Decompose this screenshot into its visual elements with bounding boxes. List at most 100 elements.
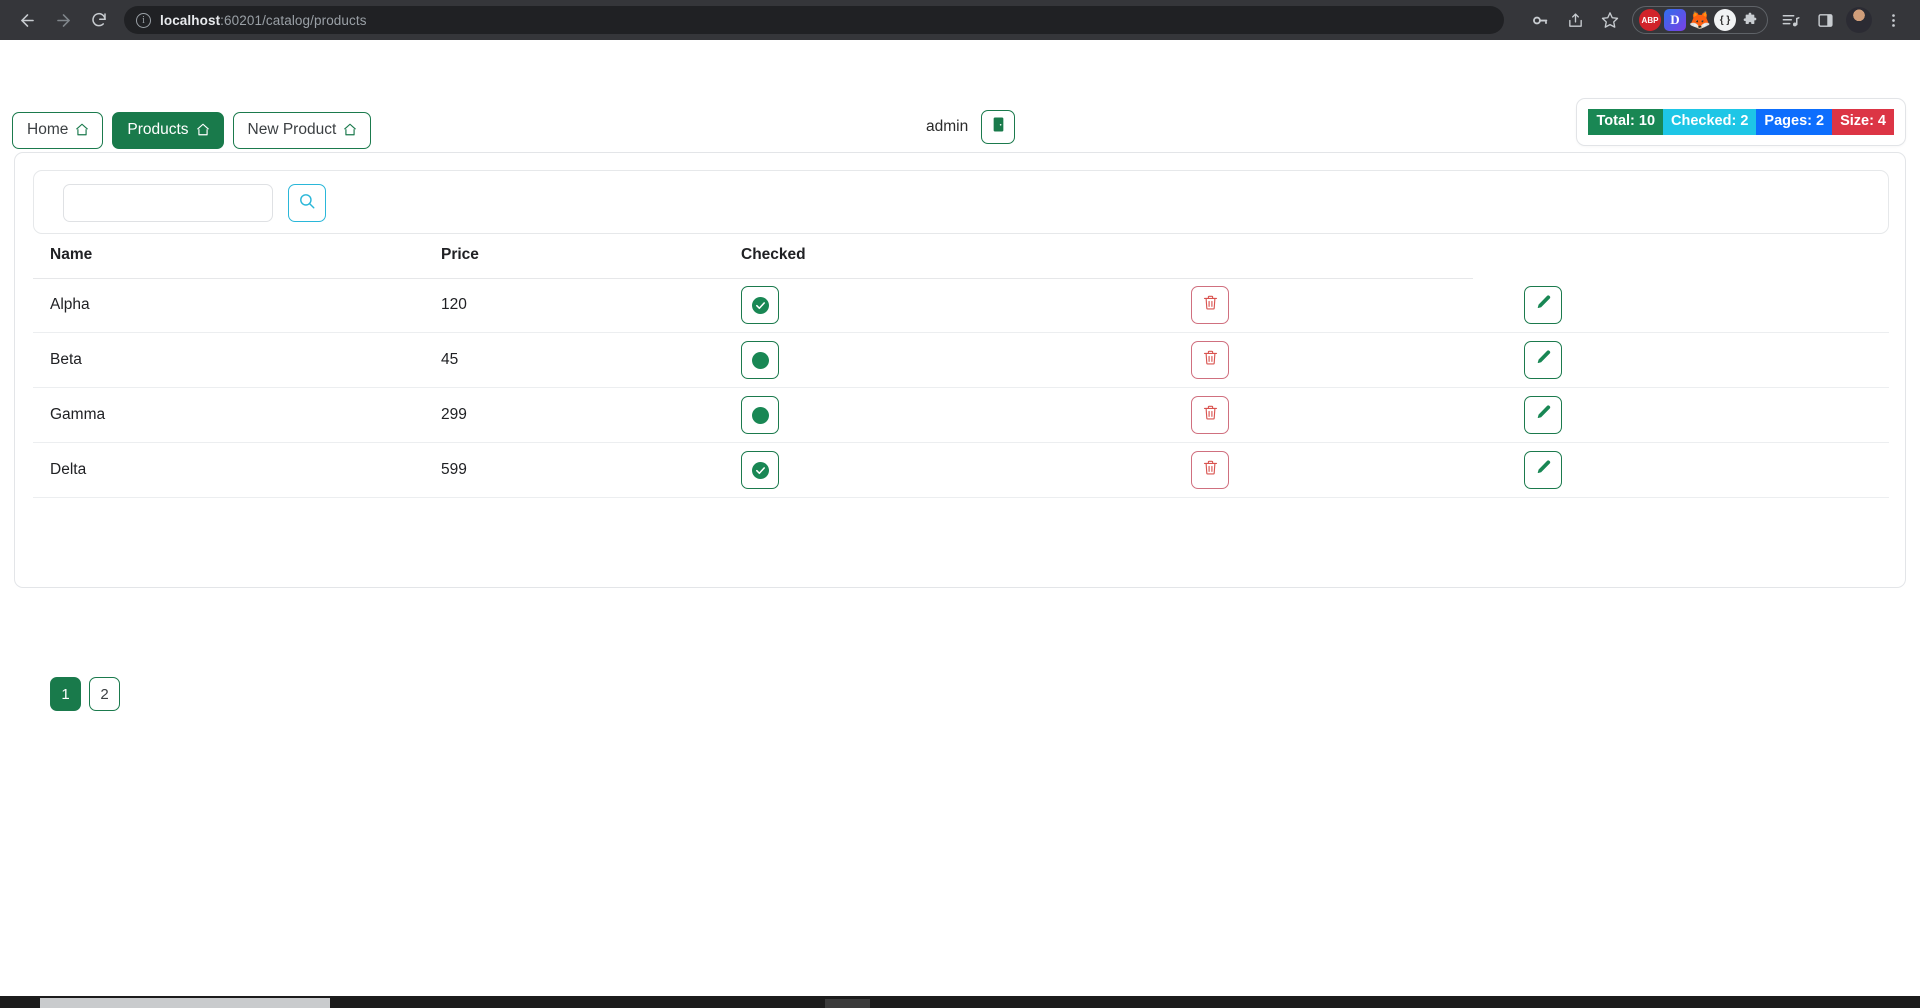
table-row: Gamma 299 <box>33 388 1889 443</box>
cell-name: Alpha <box>50 296 90 313</box>
cell-delete <box>1191 286 1524 324</box>
cell-checked <box>741 341 1191 379</box>
username-label: admin <box>926 118 969 135</box>
pencil-icon <box>1535 349 1552 371</box>
info-circle-icon[interactable]: i <box>136 12 151 28</box>
cell-delete <box>1191 341 1524 379</box>
address-bar[interactable]: i localhost:60201/catalog/products <box>124 6 1504 34</box>
filled-circle-icon <box>751 351 769 369</box>
firefox-relay-icon[interactable]: 🦊 <box>1689 9 1711 31</box>
cell-price: 120 <box>441 296 467 313</box>
house-icon <box>75 123 89 136</box>
cell-name: Beta <box>50 351 82 368</box>
kebab-menu-icon[interactable] <box>1876 3 1910 37</box>
edit-button[interactable] <box>1524 286 1562 324</box>
delete-button[interactable] <box>1191 451 1229 489</box>
checked-toggle-button[interactable] <box>741 286 779 324</box>
house-icon <box>343 123 357 136</box>
pencil-icon <box>1535 294 1552 316</box>
cell-price: 45 <box>441 351 459 368</box>
edit-button[interactable] <box>1524 396 1562 434</box>
status-badge-size: Size: 4 <box>1832 109 1894 135</box>
url-text: localhost:60201/catalog/products <box>160 13 367 28</box>
delete-button[interactable] <box>1191 396 1229 434</box>
pagination: 1 2 <box>50 677 120 711</box>
avatar[interactable] <box>1846 7 1872 33</box>
reload-icon[interactable] <box>82 3 116 37</box>
nav-item-home[interactable]: Home <box>12 112 104 149</box>
trash-icon <box>1202 459 1219 481</box>
header-divider <box>33 278 1473 279</box>
status-badge-total: Total: 10 <box>1588 109 1664 135</box>
trash-icon <box>1202 294 1219 316</box>
trash-icon <box>1202 349 1219 371</box>
check-circle-icon <box>751 461 769 479</box>
pencil-icon <box>1535 404 1552 426</box>
cell-edit <box>1524 396 1889 434</box>
star-icon[interactable] <box>1593 3 1627 37</box>
taskbar-left-segment <box>40 998 330 1008</box>
pagination-page-1[interactable]: 1 <box>50 677 81 711</box>
logout-door-icon <box>990 116 1007 138</box>
edit-button[interactable] <box>1524 341 1562 379</box>
search-button[interactable] <box>288 184 326 222</box>
cell-edit <box>1524 286 1889 324</box>
dashlane-icon[interactable]: D <box>1664 9 1686 31</box>
adblock-plus-icon[interactable]: ABP <box>1639 9 1661 31</box>
cell-name: Delta <box>50 461 87 478</box>
playlist-icon[interactable] <box>1773 3 1807 37</box>
extensions-puzzle-icon[interactable] <box>1739 9 1761 31</box>
back-arrow-icon[interactable] <box>10 3 44 37</box>
url-host: localhost <box>160 12 221 28</box>
forward-arrow-icon[interactable] <box>46 3 80 37</box>
table-header-row: Name Price Checked <box>33 246 1889 279</box>
column-header-name: Name <box>50 246 93 263</box>
nav-item-label: Products <box>127 121 189 138</box>
pagination-page-2[interactable]: 2 <box>89 677 120 711</box>
nav-item-label: New Product <box>247 121 337 138</box>
browser-toolbar-right: ABP D 🦊 { } <box>1523 3 1910 37</box>
table-row: Delta 599 <box>33 443 1889 498</box>
primary-navigation: Home Products New Product <box>12 112 372 149</box>
logout-button[interactable] <box>981 110 1016 144</box>
browser-chrome: i localhost:60201/catalog/products ABP D… <box>0 0 1920 40</box>
edit-button[interactable] <box>1524 451 1562 489</box>
cell-checked <box>741 396 1191 434</box>
page-header: Home Products New Product admin Total: 1… <box>0 40 1920 149</box>
filled-circle-icon <box>751 406 769 424</box>
code-brackets-icon[interactable]: { } <box>1714 9 1736 31</box>
taskbar-mid-segment <box>825 999 870 1008</box>
cell-delete <box>1191 396 1524 434</box>
share-icon[interactable] <box>1558 3 1592 37</box>
extensions-pill: ABP D 🦊 { } <box>1632 6 1768 34</box>
search-icon <box>298 192 316 215</box>
cell-edit <box>1524 451 1889 489</box>
browser-nav-buttons <box>10 3 116 37</box>
table-row: Beta 45 <box>33 333 1889 388</box>
nav-item-new-product[interactable]: New Product <box>232 112 372 149</box>
cell-checked <box>741 286 1191 324</box>
cell-delete <box>1191 451 1524 489</box>
status-badge-pages: Pages: 2 <box>1756 109 1833 135</box>
delete-button[interactable] <box>1191 286 1229 324</box>
nav-item-products[interactable]: Products <box>112 112 224 149</box>
status-badge-checked: Checked: 2 <box>1663 109 1757 135</box>
check-circle-icon <box>751 296 769 314</box>
table-row: Alpha 120 <box>33 278 1889 333</box>
products-card: Name Price Checked Alpha 120 Beta 45 Gam… <box>14 152 1906 711</box>
trash-icon <box>1202 404 1219 426</box>
products-table: Name Price Checked Alpha 120 Beta 45 Gam… <box>33 246 1889 498</box>
sidebar-icon[interactable] <box>1808 3 1842 37</box>
cell-name: Gamma <box>50 406 106 423</box>
column-header-price: Price <box>441 246 479 263</box>
delete-button[interactable] <box>1191 341 1229 379</box>
pencil-icon <box>1535 459 1552 481</box>
checked-toggle-button[interactable] <box>741 451 779 489</box>
house-icon <box>196 123 210 136</box>
os-taskbar <box>0 996 1920 1008</box>
search-input[interactable] <box>63 184 273 222</box>
checked-toggle-button[interactable] <box>741 396 779 434</box>
user-area: admin <box>926 110 1016 144</box>
key-icon[interactable] <box>1523 3 1557 37</box>
checked-toggle-button[interactable] <box>741 341 779 379</box>
